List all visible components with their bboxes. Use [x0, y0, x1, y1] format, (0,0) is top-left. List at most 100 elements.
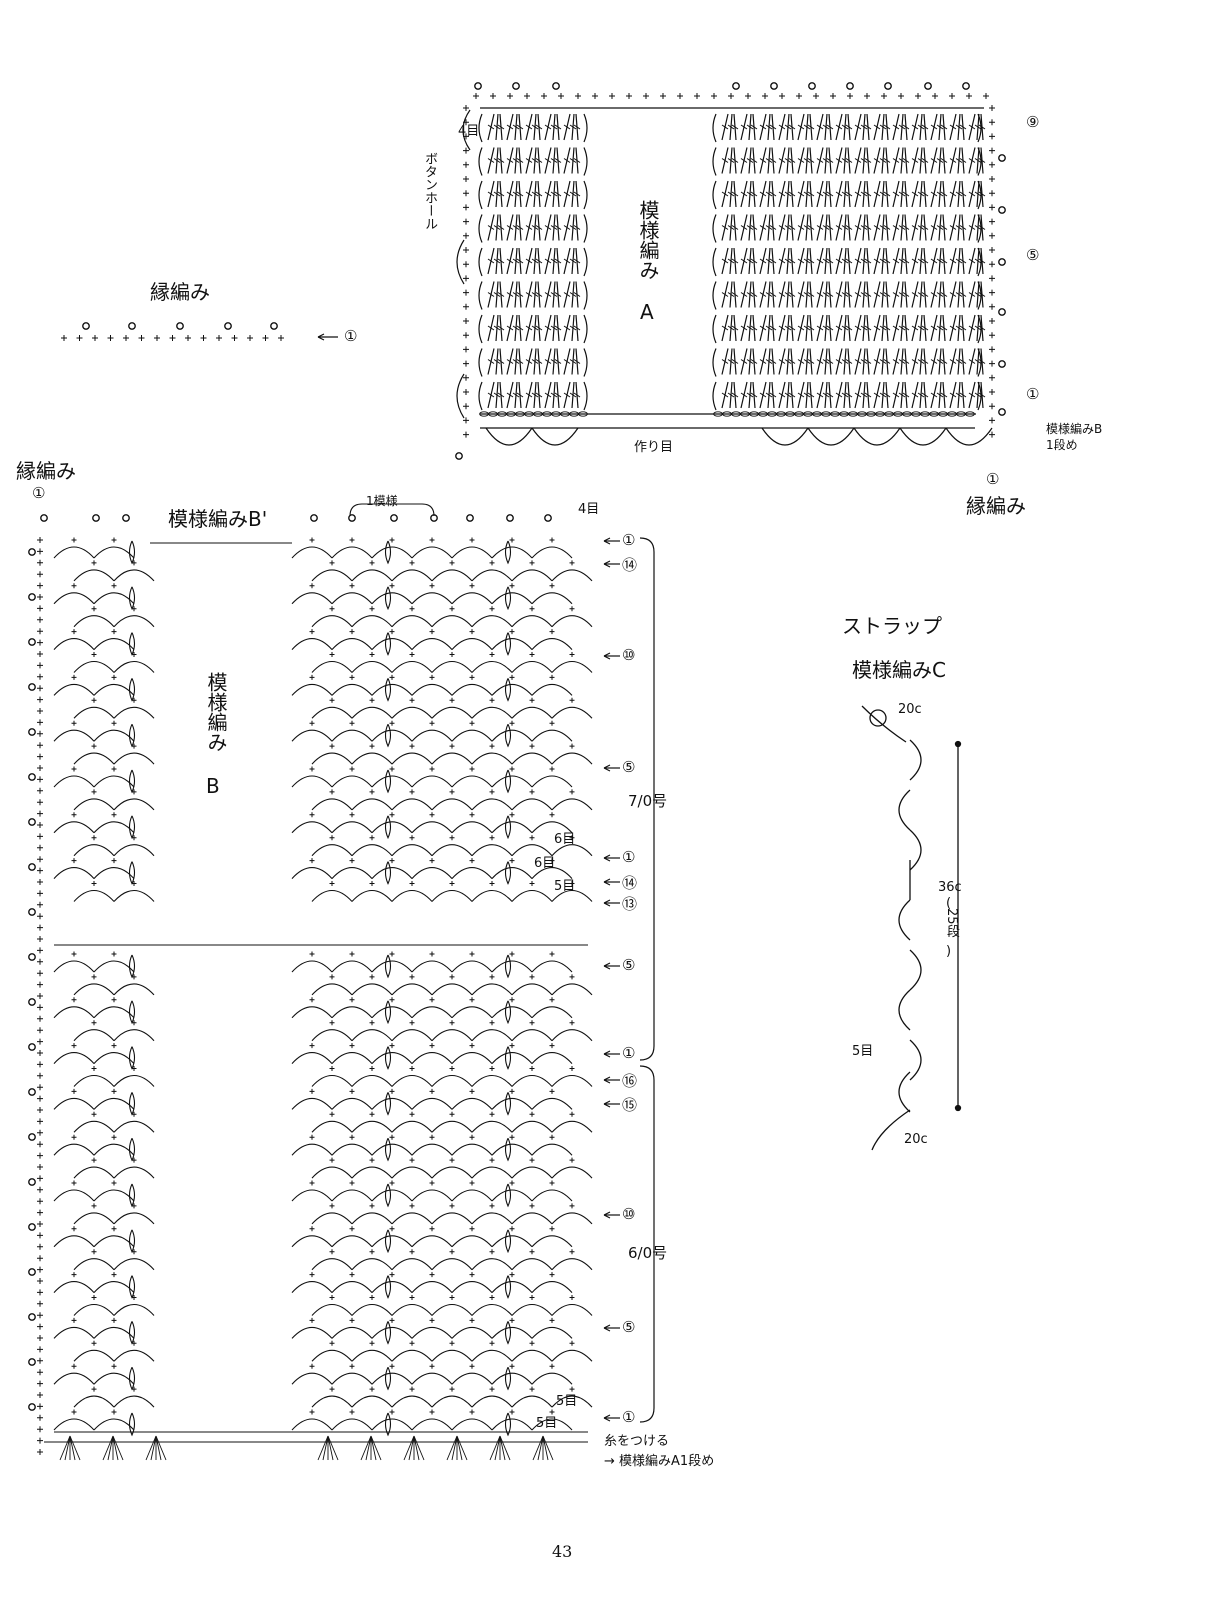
single-crochet-mark	[509, 1226, 515, 1232]
fan-stitch	[102, 1435, 114, 1461]
strap-scallop	[909, 1039, 922, 1081]
single-crochet-mark	[309, 583, 315, 589]
single-crochet-mark	[369, 1386, 375, 1392]
single-crochet-mark	[37, 1084, 43, 1091]
single-crochet-mark	[309, 997, 315, 1003]
single-crochet-mark	[369, 835, 375, 841]
single-crochet-mark	[509, 537, 515, 543]
row-turn-chain	[583, 147, 588, 176]
single-crochet-mark	[37, 696, 43, 703]
single-crochet-mark	[449, 697, 455, 703]
row-turn-chain	[478, 314, 483, 344]
fan-stitch	[542, 1435, 549, 1461]
shell-cluster	[128, 954, 136, 979]
chain-arch	[53, 1052, 95, 1064]
picot-mark	[455, 452, 463, 460]
chain-arch	[431, 1258, 473, 1271]
chain-arch	[93, 546, 135, 559]
single-crochet-mark	[349, 537, 355, 543]
picot-mark	[512, 82, 520, 90]
single-crochet-mark	[349, 1272, 355, 1278]
single-crochet-mark	[309, 951, 315, 957]
single-crochet-mark	[989, 190, 995, 197]
single-crochet-mark	[389, 1363, 395, 1369]
shell-cluster	[128, 861, 136, 885]
chain-arch	[331, 821, 373, 834]
chain-arch	[311, 1258, 353, 1271]
fan-stitch	[69, 1435, 81, 1461]
chain-arch	[93, 775, 135, 788]
single-crochet-mark	[469, 674, 475, 680]
chain-arch	[471, 1074, 513, 1087]
picot-mark	[28, 728, 36, 736]
single-crochet-mark	[389, 1409, 395, 1415]
chain-arch	[551, 1120, 593, 1133]
chain-arch	[331, 729, 373, 742]
row-turn-chain	[478, 281, 483, 310]
picot-mark	[28, 683, 36, 691]
chain-arch	[291, 867, 333, 879]
single-crochet-mark	[37, 1004, 43, 1011]
chain-arch	[511, 1395, 553, 1408]
single-crochet-mark	[463, 303, 469, 310]
chain-arch	[113, 1258, 155, 1271]
picot-mark	[28, 773, 36, 781]
chain-arch	[113, 752, 155, 765]
single-crochet-mark	[549, 720, 555, 726]
single-crochet-mark	[463, 431, 469, 438]
pattern-b-row-marker: ⑯	[622, 1072, 638, 1090]
single-crochet-mark	[509, 674, 515, 680]
single-crochet-mark	[329, 1066, 335, 1071]
picot-mark	[28, 1223, 36, 1231]
shell-cluster	[504, 540, 512, 565]
single-crochet-mark	[389, 812, 395, 818]
chain-arch	[113, 1074, 155, 1087]
single-crochet-mark	[489, 1203, 495, 1209]
single-crochet-mark	[329, 743, 335, 749]
chain-arch	[331, 592, 373, 605]
needle-size-upper: 7/0号	[628, 792, 668, 810]
chain-arch	[491, 1052, 533, 1064]
single-crochet-mark	[349, 583, 355, 589]
single-crochet-mark	[91, 789, 97, 795]
chain-arch	[53, 1235, 95, 1248]
single-crochet-mark	[575, 93, 581, 99]
single-crochet-mark	[92, 335, 98, 341]
chain-arch	[531, 960, 573, 973]
single-crochet-mark	[489, 1295, 495, 1300]
chain-arch	[311, 844, 353, 857]
single-crochet-mark	[463, 403, 469, 410]
chain-arch	[431, 1212, 473, 1225]
single-crochet-mark	[329, 1111, 335, 1117]
chain-arch	[391, 889, 433, 902]
chain-arch	[291, 592, 333, 605]
row-turn-chain	[478, 247, 483, 277]
single-crochet-mark	[111, 1043, 117, 1049]
single-crochet-mark	[37, 1038, 43, 1045]
single-crochet-mark	[389, 858, 395, 864]
chain-arch	[93, 1235, 135, 1248]
single-crochet-mark	[529, 789, 535, 795]
strap-start-ring	[869, 709, 887, 727]
chain-arch	[311, 1120, 353, 1133]
single-crochet-mark	[932, 93, 938, 99]
single-crochet-mark	[489, 1157, 495, 1163]
single-crochet-mark	[449, 652, 455, 657]
chain-arch	[551, 1258, 593, 1271]
single-crochet-mark	[569, 1249, 575, 1255]
single-crochet-mark	[37, 856, 43, 863]
shell-cluster	[128, 1183, 136, 1208]
row-turn-chain	[712, 281, 717, 310]
single-crochet-mark	[569, 1020, 575, 1026]
pattern-a-row-1: ①	[1026, 385, 1040, 403]
single-crochet-mark	[989, 176, 995, 182]
chain-arch	[531, 1143, 573, 1156]
chain-arch	[53, 683, 95, 696]
pattern-a-chart	[455, 82, 1006, 460]
single-crochet-mark	[524, 93, 530, 99]
single-crochet-mark	[569, 743, 575, 749]
shell-cluster	[504, 586, 512, 611]
chain-arch	[471, 1166, 513, 1179]
picot-mark	[82, 322, 90, 330]
chain-arch	[451, 1281, 493, 1293]
